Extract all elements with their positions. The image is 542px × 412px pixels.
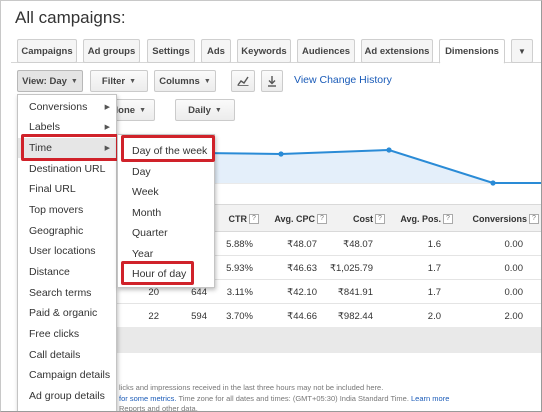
view-button-label: View: Day	[22, 75, 67, 87]
caret-down-icon: ▼	[139, 106, 146, 114]
cell-avg-pos: 1.7	[427, 262, 441, 274]
submenu-item-week[interactable]: Week	[118, 182, 214, 202]
table-total-row	[109, 327, 541, 353]
cell-impressions: 594	[191, 310, 207, 322]
download-icon	[268, 75, 276, 87]
menu-item-geographic[interactable]: Geographic	[18, 221, 116, 241]
columns-button-label: Columns	[159, 75, 200, 87]
cell-avg-pos: 2.0	[427, 310, 441, 322]
tab-campaigns[interactable]: Campaigns	[17, 39, 77, 63]
cell-avg-cpc: ₹46.63	[287, 262, 317, 274]
download-button[interactable]	[261, 70, 283, 92]
submenu-item-day[interactable]: Day	[118, 162, 214, 182]
tab-dimensions[interactable]: Dimensions	[439, 39, 505, 64]
column-header-cost[interactable]: Cost?	[331, 205, 385, 233]
cell-conversions: 0.00	[504, 238, 524, 250]
help-icon[interactable]: ?	[375, 214, 385, 224]
menu-item-user-locations[interactable]: User locations	[18, 241, 116, 261]
cell-conversions: 0.00	[504, 262, 524, 274]
highlight-box-hour-of-day	[121, 261, 194, 285]
cell-conversions: 2.00	[504, 310, 524, 322]
tab-settings[interactable]: Settings	[147, 39, 195, 63]
footer-note-line1: licks and impressions received in the la…	[119, 383, 384, 392]
caret-down-icon: ▼	[214, 106, 222, 114]
submenu-item-quarter[interactable]: Quarter	[118, 223, 214, 243]
daily-button-label: Daily	[188, 104, 211, 116]
menu-item-call-details[interactable]: Call details	[18, 345, 116, 365]
filter-button-label: Filter	[101, 75, 126, 87]
cell-cost: ₹982.44	[337, 310, 373, 322]
menu-item-campaign-details[interactable]: Campaign details	[18, 365, 116, 385]
tab-ad-groups[interactable]: Ad groups	[83, 39, 140, 63]
cell-clicks: 22	[148, 310, 159, 322]
column-header-avg-cpc[interactable]: Avg. CPC?	[263, 205, 327, 233]
view-dropdown-button[interactable]: View: Day ▼	[17, 70, 83, 92]
menu-item-paid-organic[interactable]: Paid & organic	[18, 303, 116, 323]
menu-item-top-movers[interactable]: Top movers	[18, 200, 116, 220]
cell-cost: ₹841.91	[337, 286, 373, 298]
line-chart-icon	[237, 76, 249, 86]
help-icon[interactable]: ?	[317, 214, 327, 224]
view-change-history-link[interactable]: View Change History	[294, 74, 392, 86]
toggle-graph-button[interactable]	[231, 70, 255, 92]
highlight-box-time	[21, 134, 119, 161]
segment-button-label: lone	[115, 104, 136, 116]
chart-point	[278, 151, 284, 157]
cell-avg-pos: 1.6	[427, 238, 441, 250]
tabs-more-dropdown[interactable]: ▼	[511, 39, 533, 63]
menu-item-free-clicks[interactable]: Free clicks	[18, 324, 116, 344]
menu-item-distance[interactable]: Distance	[18, 262, 116, 282]
menu-item-ad-group-details[interactable]: Ad group details	[18, 386, 116, 406]
menu-item-search-terms[interactable]: Search terms	[18, 283, 116, 303]
performance-chart	[201, 147, 541, 186]
chart-point	[490, 180, 496, 186]
columns-dropdown-button[interactable]: Columns ▼	[154, 70, 216, 92]
cell-cost: ₹1,025.79	[329, 262, 373, 274]
menu-item-final-url[interactable]: Final URL	[18, 179, 116, 199]
cell-conversions: 0.00	[504, 286, 524, 298]
cell-ctr: 5.93%	[226, 262, 253, 274]
caret-down-icon: ▼	[70, 77, 78, 85]
cell-avg-cpc: ₹42.10	[287, 286, 317, 298]
page-title: All campaigns:	[15, 8, 126, 27]
help-icon[interactable]: ?	[529, 214, 539, 224]
column-header-conversions[interactable]: Conversions?	[457, 205, 539, 233]
submenu-item-month[interactable]: Month	[118, 203, 214, 223]
tab-ads[interactable]: Ads	[201, 39, 231, 63]
cell-ctr: 3.70%	[226, 310, 253, 322]
cell-avg-cpc: ₹48.07	[287, 238, 317, 250]
tab-audiences[interactable]: Audiences	[297, 39, 355, 63]
column-header-avg-pos[interactable]: Avg. Pos.?	[389, 205, 453, 233]
chevron-right-icon: ▶	[104, 104, 110, 111]
table-row: 22 594 3.70% ₹44.66 ₹982.44 2.0 2.00	[109, 304, 541, 328]
chart-area-fill	[201, 150, 541, 183]
caret-down-icon: ▼	[129, 77, 137, 85]
chevron-right-icon: ▶	[104, 124, 110, 131]
cell-ctr: 5.88%	[226, 238, 253, 250]
highlight-box-day-of-week	[121, 135, 215, 162]
help-icon[interactable]: ?	[443, 214, 453, 224]
footer-note-line3: Reports and other data.	[119, 404, 198, 412]
caret-down-icon: ▼	[203, 77, 211, 85]
column-header-ctr[interactable]: CTR?	[217, 205, 259, 233]
adwords-window: All campaigns: Campaigns Ad groups Setti…	[0, 0, 542, 412]
chart-point	[386, 147, 392, 153]
learn-more-link[interactable]: Learn more	[411, 394, 449, 403]
footer-metrics-link[interactable]: for some metrics.	[119, 394, 177, 403]
footer-note-line2: for some metrics. Time zone for all date…	[119, 394, 450, 403]
cell-cost: ₹48.07	[343, 238, 373, 250]
cell-avg-cpc: ₹44.66	[287, 310, 317, 322]
filter-dropdown-button[interactable]: Filter ▼	[90, 70, 148, 92]
tab-keywords[interactable]: Keywords	[237, 39, 291, 63]
chevron-down-icon: ▼	[518, 46, 526, 56]
cell-ctr: 3.11%	[226, 286, 253, 298]
menu-item-conversions[interactable]: Conversions ▶	[18, 97, 116, 117]
menu-item-destination-url[interactable]: Destination URL	[18, 159, 116, 179]
tab-ad-extensions[interactable]: Ad extensions	[361, 39, 433, 63]
help-icon[interactable]: ?	[249, 214, 259, 224]
cell-avg-pos: 1.7	[427, 286, 441, 298]
daily-dropdown-button[interactable]: Daily ▼	[175, 99, 235, 121]
